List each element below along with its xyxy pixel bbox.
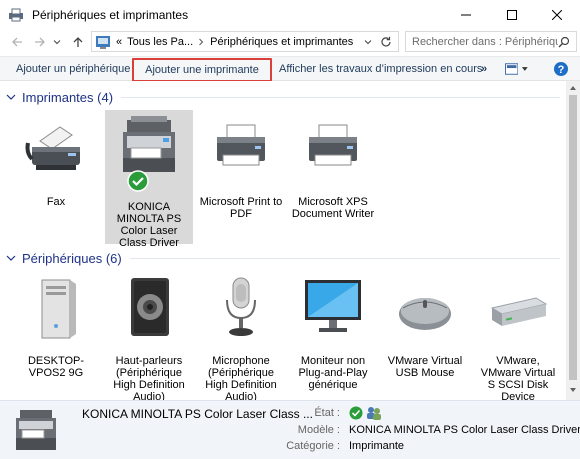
device-item-monitor[interactable]: Moniteur non Plug-and-Play générique (289, 274, 377, 400)
close-icon (552, 10, 562, 20)
printers-section-header[interactable]: Imprimantes (4) (0, 87, 566, 107)
section-divider (121, 96, 560, 98)
selected-device-name: KONICA MINOLTA PS Color Laser Class ... (82, 407, 313, 421)
devices-printers-icon (9, 8, 23, 22)
search-icon (558, 36, 570, 47)
computer-tower-icon (41, 279, 76, 339)
device-caption: DESKTOP-VPOS2 9G (27, 355, 85, 379)
chevron-down-icon (53, 40, 61, 45)
device-caption: Microphone (Périphérique High Definition… (205, 355, 277, 403)
recent-locations-button[interactable] (51, 32, 63, 52)
device-item-xps-writer[interactable]: Microsoft XPS Document Writer (289, 113, 377, 223)
shared-users-icon (367, 407, 381, 420)
back-button[interactable] (8, 32, 26, 52)
devices-section-header[interactable]: Périphériques (6) (0, 248, 566, 268)
state-label: État : (314, 407, 340, 419)
device-item-fax[interactable]: Fax (12, 113, 100, 223)
category-value: Imprimante (349, 440, 405, 452)
close-button[interactable] (534, 0, 580, 30)
help-icon: ? (554, 62, 568, 76)
maximize-icon (507, 10, 517, 20)
mouse-icon (399, 298, 451, 330)
monitor-icon (305, 280, 361, 332)
refresh-icon[interactable] (380, 36, 392, 48)
change-view-button[interactable] (505, 62, 529, 76)
minimize-button[interactable] (443, 0, 489, 30)
disk-drive-icon (490, 297, 548, 326)
device-caption: VMware, VMware Virtual S SCSI Disk Devic… (480, 355, 556, 403)
breadcrumb-item-devices-printers[interactable]: Périphériques et imprimantes (210, 36, 353, 48)
forward-arrow-icon (35, 37, 45, 47)
section-divider (129, 257, 560, 259)
scroll-down-icon[interactable] (569, 386, 577, 394)
device-list: Imprimantes (4) Fax KONICA MINOLTA PS Co… (0, 81, 566, 403)
device-item-print-to-pdf[interactable]: Microsoft Print to PDF (197, 113, 285, 223)
help-button[interactable]: ? (553, 61, 569, 77)
search-placeholder: Rechercher dans : Périphériqu... (412, 35, 558, 48)
default-printer-check-icon (127, 170, 149, 192)
up-arrow-icon (73, 37, 83, 47)
maximize-button[interactable] (489, 0, 535, 30)
device-item-speakers[interactable]: Haut-parleurs (Périphérique High Definit… (105, 274, 193, 403)
address-bar[interactable]: « Tous les Pa... Périphériques et imprim… (91, 31, 399, 52)
speaker-icon (131, 278, 169, 336)
device-caption: VMware Virtual USB Mouse (387, 355, 463, 379)
model-label: Modèle : (297, 424, 340, 436)
device-item-usb-mouse[interactable]: VMware Virtual USB Mouse (381, 274, 469, 400)
device-item-desktop[interactable]: DESKTOP-VPOS2 9G (12, 274, 100, 400)
scrollbar-thumb[interactable] (569, 95, 577, 380)
forward-button[interactable] (31, 32, 49, 52)
multifunction-printer-icon (16, 410, 56, 450)
command-bar: Ajouter un périphérique Ajouter une impr… (0, 56, 580, 82)
breadcrumb-overflow[interactable]: « (116, 36, 122, 48)
add-printer-button[interactable]: Ajouter une imprimante (132, 58, 272, 82)
device-item-konica-minolta[interactable]: KONICA MINOLTA PS Color Laser Class Driv… (105, 110, 193, 249)
device-item-scsi-disk[interactable]: VMware, VMware Virtual S SCSI Disk Devic… (474, 274, 562, 403)
printer-icon (217, 124, 265, 166)
more-commands-button[interactable]: » (481, 57, 487, 81)
printer-icon (309, 124, 357, 166)
chevron-right-icon (199, 38, 204, 45)
window-title: Périphériques et imprimantes (32, 8, 189, 22)
microphone-icon (226, 277, 256, 336)
device-caption: Microsoft Print to PDF (199, 196, 283, 220)
breadcrumb-item-all-panels[interactable]: Tous les Pa... (127, 36, 193, 48)
category-label: Catégorie : (286, 440, 340, 452)
control-panel-icon (96, 35, 110, 49)
back-arrow-icon (12, 37, 22, 47)
state-ok-icon (349, 406, 363, 420)
scroll-up-icon[interactable] (569, 84, 577, 92)
device-item-microphone[interactable]: Microphone (Périphérique High Definition… (197, 274, 285, 403)
devices-section-label: Périphériques (6) (22, 250, 122, 266)
minimize-icon (461, 14, 471, 16)
svg-text:?: ? (558, 64, 565, 76)
collapse-chevron-icon (6, 94, 16, 100)
printers-section-label: Imprimantes (4) (22, 89, 114, 105)
collapse-chevron-icon (6, 255, 16, 261)
add-device-button[interactable]: Ajouter un périphérique (16, 57, 130, 81)
device-caption: Haut-parleurs (Périphérique High Definit… (113, 355, 185, 403)
device-caption: Microsoft XPS Document Writer (291, 196, 375, 220)
address-row: « Tous les Pa... Périphériques et imprim… (0, 30, 580, 54)
up-button[interactable] (69, 32, 87, 52)
device-caption: Fax (46, 196, 66, 208)
vertical-scrollbar[interactable] (566, 81, 580, 400)
details-pane: KONICA MINOLTA PS Color Laser Class ... … (0, 400, 580, 459)
print-jobs-button[interactable]: Afficher les travaux d’impression en cou… (279, 57, 482, 81)
device-caption: KONICA MINOLTA PS Color Laser Class Driv… (116, 201, 182, 249)
view-options-icon (505, 63, 519, 75)
model-value: KONICA MINOLTA PS Color Laser Class Driv… (349, 424, 580, 436)
chevron-down-icon (522, 67, 529, 71)
search-input[interactable]: Rechercher dans : Périphériqu... (405, 31, 577, 52)
address-dropdown-icon[interactable] (364, 38, 372, 46)
fax-icon (25, 126, 80, 170)
device-caption: Moniteur non Plug-and-Play générique (298, 355, 368, 391)
